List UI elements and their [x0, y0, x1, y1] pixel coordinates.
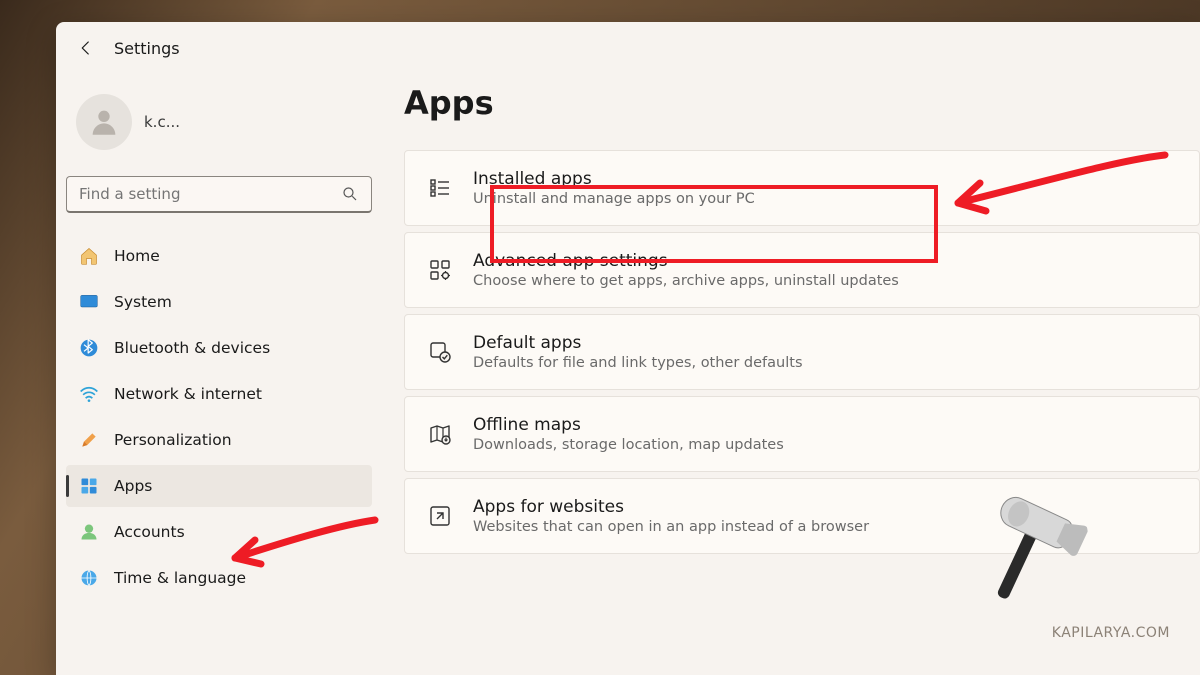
user-icon	[87, 105, 121, 139]
nav-label: Time & language	[114, 569, 246, 587]
advanced-icon	[427, 257, 453, 283]
hammer-icon	[950, 475, 1101, 626]
bluetooth-icon	[78, 337, 100, 359]
nav-label: Apps	[114, 477, 152, 495]
account-email: k.c...	[144, 113, 180, 131]
sidebar-item-network[interactable]: Network & internet	[66, 373, 372, 415]
titlebar: Settings	[56, 22, 1200, 66]
system-icon	[78, 291, 100, 313]
card-title: Default apps	[473, 333, 803, 353]
sidebar-item-system[interactable]: System	[66, 281, 372, 323]
network-icon	[78, 383, 100, 405]
card-title: Installed apps	[473, 169, 755, 189]
card-subtitle: Uninstall and manage apps on your PC	[473, 191, 755, 207]
sidebar-item-bluetooth[interactable]: Bluetooth & devices	[66, 327, 372, 369]
account-block[interactable]: k.c...	[66, 76, 372, 176]
nav-list: Home System Bluetooth & devices Network …	[66, 235, 372, 599]
accounts-icon	[78, 521, 100, 543]
nav-label: Personalization	[114, 431, 232, 449]
search-field[interactable]	[79, 185, 341, 203]
card-subtitle: Choose where to get apps, archive apps, …	[473, 273, 899, 289]
default-apps-icon	[427, 339, 453, 365]
back-button[interactable]	[76, 38, 96, 58]
nav-label: Bluetooth & devices	[114, 339, 270, 357]
nav-label: System	[114, 293, 172, 311]
card-installed-apps[interactable]: Installed apps Uninstall and manage apps…	[404, 150, 1200, 226]
sidebar: k.c... Home System Bluetooth & devices	[56, 66, 386, 675]
sidebar-item-personalization[interactable]: Personalization	[66, 419, 372, 461]
card-title: Advanced app settings	[473, 251, 899, 271]
arrow-left-icon	[77, 39, 95, 57]
watermark-text: KAPILARYA.COM	[1052, 625, 1170, 641]
avatar	[76, 94, 132, 150]
window-title: Settings	[114, 39, 180, 58]
nav-label: Network & internet	[114, 385, 262, 403]
card-subtitle: Defaults for file and link types, other …	[473, 355, 803, 371]
card-subtitle: Websites that can open in an app instead…	[473, 519, 869, 535]
card-offline-maps[interactable]: Offline maps Downloads, storage location…	[404, 396, 1200, 472]
nav-label: Accounts	[114, 523, 185, 541]
page-title: Apps	[404, 84, 1200, 122]
sidebar-item-home[interactable]: Home	[66, 235, 372, 277]
search-input[interactable]	[66, 176, 372, 213]
card-advanced-app-settings[interactable]: Advanced app settings Choose where to ge…	[404, 232, 1200, 308]
sidebar-item-time-language[interactable]: Time & language	[66, 557, 372, 599]
card-title: Apps for websites	[473, 497, 869, 517]
card-subtitle: Downloads, storage location, map updates	[473, 437, 784, 453]
card-default-apps[interactable]: Default apps Defaults for file and link …	[404, 314, 1200, 390]
sidebar-item-apps[interactable]: Apps	[66, 465, 372, 507]
offline-maps-icon	[427, 421, 453, 447]
nav-label: Home	[114, 247, 160, 265]
search-icon	[341, 185, 359, 203]
sidebar-item-accounts[interactable]: Accounts	[66, 511, 372, 553]
apps-icon	[78, 475, 100, 497]
personalization-icon	[78, 429, 100, 451]
card-title: Offline maps	[473, 415, 784, 435]
apps-websites-icon	[427, 503, 453, 529]
home-icon	[78, 245, 100, 267]
installed-apps-icon	[427, 175, 453, 201]
time-language-icon	[78, 567, 100, 589]
